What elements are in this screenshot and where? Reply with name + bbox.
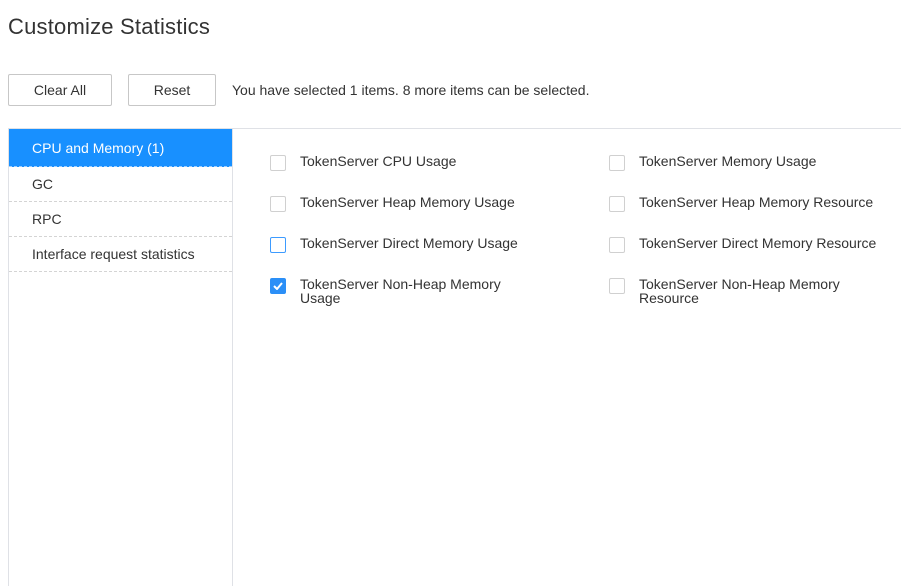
option-label: TokenServer Direct Memory Usage bbox=[300, 235, 518, 251]
option-memory-usage[interactable]: TokenServer Memory Usage bbox=[609, 154, 816, 171]
selection-info: You have selected 1 items. 8 more items … bbox=[232, 82, 590, 98]
clear-all-button[interactable]: Clear All bbox=[8, 74, 112, 106]
option-label: TokenServer Non-Heap Memory Resource bbox=[639, 276, 840, 306]
option-label: TokenServer Heap Memory Resource bbox=[639, 194, 874, 210]
checkbox[interactable] bbox=[609, 155, 625, 171]
category-sidebar: CPU and Memory (1) GC RPC Interface requ… bbox=[8, 129, 233, 586]
checkbox[interactable] bbox=[609, 196, 625, 212]
option-non-heap-memory-usage[interactable]: TokenServer Non-Heap Memory Usage bbox=[270, 277, 540, 305]
statistics-panel: CPU and Memory (1) GC RPC Interface requ… bbox=[8, 128, 901, 586]
checkbox[interactable] bbox=[270, 155, 286, 171]
option-label: TokenServer Non-Heap Memory Usage bbox=[300, 276, 501, 306]
checkbox[interactable] bbox=[609, 237, 625, 253]
option-direct-memory-usage[interactable]: TokenServer Direct Memory Usage bbox=[270, 236, 518, 253]
option-heap-memory-usage[interactable]: TokenServer Heap Memory Usage bbox=[270, 195, 515, 212]
checkbox[interactable] bbox=[609, 278, 625, 294]
checkbox[interactable] bbox=[270, 196, 286, 212]
sidebar-item-cpu-and-memory[interactable]: CPU and Memory (1) bbox=[9, 129, 232, 167]
option-label: TokenServer Memory Usage bbox=[639, 153, 817, 169]
page-title: Customize Statistics bbox=[8, 14, 211, 39]
reset-button[interactable]: Reset bbox=[128, 74, 216, 106]
option-label: TokenServer CPU Usage bbox=[300, 153, 457, 169]
sidebar-item-rpc[interactable]: RPC bbox=[9, 202, 232, 237]
option-direct-memory-resource[interactable]: TokenServer Direct Memory Resource bbox=[609, 236, 876, 253]
checkbox-checked[interactable] bbox=[270, 278, 286, 294]
option-label: TokenServer Direct Memory Resource bbox=[639, 235, 877, 251]
sidebar-item-gc[interactable]: GC bbox=[9, 167, 232, 202]
checkmark-icon bbox=[273, 282, 283, 290]
toolbar: Clear All Reset You have selected 1 item… bbox=[8, 74, 589, 106]
option-non-heap-memory-resource[interactable]: TokenServer Non-Heap Memory Resource bbox=[609, 277, 879, 305]
sidebar-item-interface-request-statistics[interactable]: Interface request statistics bbox=[9, 237, 232, 272]
option-cpu-usage[interactable]: TokenServer CPU Usage bbox=[270, 154, 456, 171]
option-label: TokenServer Heap Memory Usage bbox=[300, 194, 515, 210]
checkbox[interactable] bbox=[270, 237, 286, 253]
option-heap-memory-resource[interactable]: TokenServer Heap Memory Resource bbox=[609, 195, 873, 212]
